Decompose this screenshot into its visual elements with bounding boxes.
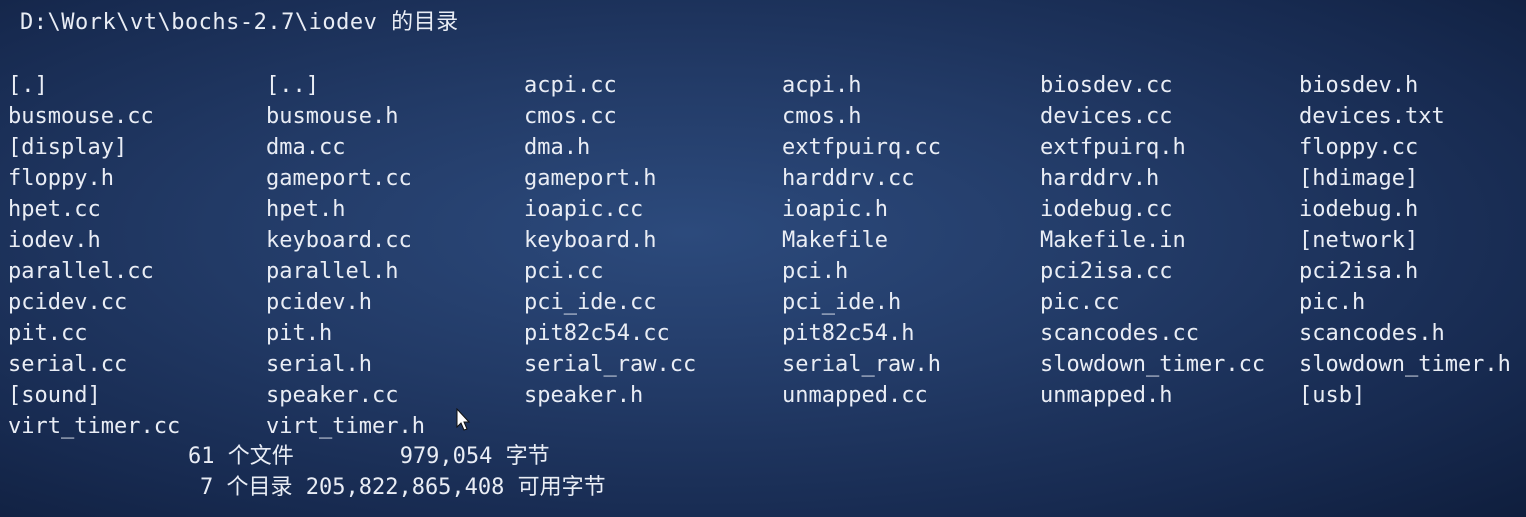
list-item: dma.cc bbox=[266, 135, 346, 160]
list-item: pci2isa.cc bbox=[1040, 259, 1173, 284]
list-item: [usb] bbox=[1299, 383, 1366, 408]
list-item: ioapic.h bbox=[782, 197, 888, 222]
list-item: floppy.h bbox=[8, 166, 114, 191]
list-item: [network] bbox=[1299, 228, 1419, 253]
list-item: virt_timer.h bbox=[266, 414, 425, 439]
list-item: serial_raw.cc bbox=[524, 352, 697, 377]
list-item: slowdown_timer.h bbox=[1299, 352, 1511, 377]
list-item: biosdev.h bbox=[1299, 73, 1419, 98]
list-item: [hdimage] bbox=[1299, 166, 1419, 191]
list-item: [sound] bbox=[8, 383, 101, 408]
directory-listing: [.] [..] acpi.cc acpi.h biosdev.cc biosd… bbox=[8, 70, 1519, 442]
list-item: pci2isa.h bbox=[1299, 259, 1419, 284]
list-item: busmouse.h bbox=[266, 104, 399, 129]
list-item: acpi.h bbox=[782, 73, 862, 98]
mouse-pointer-icon bbox=[456, 408, 471, 431]
list-item: keyboard.h bbox=[524, 228, 657, 253]
list-item: pci.cc bbox=[524, 259, 604, 284]
list-item: hpet.cc bbox=[8, 197, 101, 222]
list-item: unmapped.h bbox=[1040, 383, 1173, 408]
list-item: extfpuirq.cc bbox=[782, 135, 941, 160]
list-item: pci_ide.cc bbox=[524, 290, 657, 315]
list-item: dma.h bbox=[524, 135, 591, 160]
list-item: harddrv.cc bbox=[782, 166, 915, 191]
list-item: parallel.h bbox=[266, 259, 399, 284]
list-item: slowdown_timer.cc bbox=[1040, 352, 1266, 377]
list-item: speaker.cc bbox=[266, 383, 399, 408]
list-item: Makefile.in bbox=[1040, 228, 1186, 253]
list-item: [display] bbox=[8, 135, 128, 160]
list-item: speaker.h bbox=[524, 383, 644, 408]
list-item: devices.cc bbox=[1040, 104, 1173, 129]
list-item: biosdev.cc bbox=[1040, 73, 1173, 98]
list-item: keyboard.cc bbox=[266, 228, 412, 253]
list-item: pcidev.cc bbox=[8, 290, 128, 315]
list-item: Makefile bbox=[782, 228, 888, 253]
list-item: devices.txt bbox=[1299, 104, 1445, 129]
list-item: busmouse.cc bbox=[8, 104, 154, 129]
list-item: serial.h bbox=[266, 352, 372, 377]
list-item: hpet.h bbox=[266, 197, 346, 222]
list-item: unmapped.cc bbox=[782, 383, 928, 408]
list-item: cmos.cc bbox=[524, 104, 617, 129]
list-item: pic.h bbox=[1299, 290, 1366, 315]
list-item: gameport.h bbox=[524, 166, 657, 191]
list-item: serial_raw.h bbox=[782, 352, 941, 377]
list-item: virt_timer.cc bbox=[8, 414, 181, 439]
list-item: iodebug.h bbox=[1299, 197, 1419, 222]
list-item: pci_ide.h bbox=[782, 290, 902, 315]
list-item: iodev.h bbox=[8, 228, 101, 253]
list-item: ioapic.cc bbox=[524, 197, 644, 222]
files-summary: 61 个文件 979,054 字节 bbox=[188, 444, 550, 469]
list-item: pit.h bbox=[266, 321, 333, 346]
list-item: serial.cc bbox=[8, 352, 128, 377]
list-item: scancodes.cc bbox=[1040, 321, 1199, 346]
list-item: pit.cc bbox=[8, 321, 88, 346]
list-item: [.] bbox=[8, 73, 48, 98]
list-item: pit82c54.h bbox=[782, 321, 915, 346]
list-item: pcidev.h bbox=[266, 290, 372, 315]
directory-header: D:\Work\vt\bochs-2.7\iodev 的目录 bbox=[20, 10, 459, 35]
list-item: [..] bbox=[266, 73, 319, 98]
dirs-summary: 7 个目录 205,822,865,408 可用字节 bbox=[200, 475, 606, 500]
list-item: cmos.h bbox=[782, 104, 862, 129]
list-item: acpi.cc bbox=[524, 73, 617, 98]
list-item: extfpuirq.h bbox=[1040, 135, 1186, 160]
list-item: parallel.cc bbox=[8, 259, 154, 284]
list-item: gameport.cc bbox=[266, 166, 412, 191]
list-item: pit82c54.cc bbox=[524, 321, 670, 346]
list-item: pic.cc bbox=[1040, 290, 1120, 315]
list-item: pci.h bbox=[782, 259, 849, 284]
list-item: iodebug.cc bbox=[1040, 197, 1173, 222]
list-item: scancodes.h bbox=[1299, 321, 1445, 346]
list-item: floppy.cc bbox=[1299, 135, 1419, 160]
list-item: harddrv.h bbox=[1040, 166, 1160, 191]
terminal-window[interactable]: D:\Work\vt\bochs-2.7\iodev 的目录 [.] [..] … bbox=[0, 0, 1526, 517]
